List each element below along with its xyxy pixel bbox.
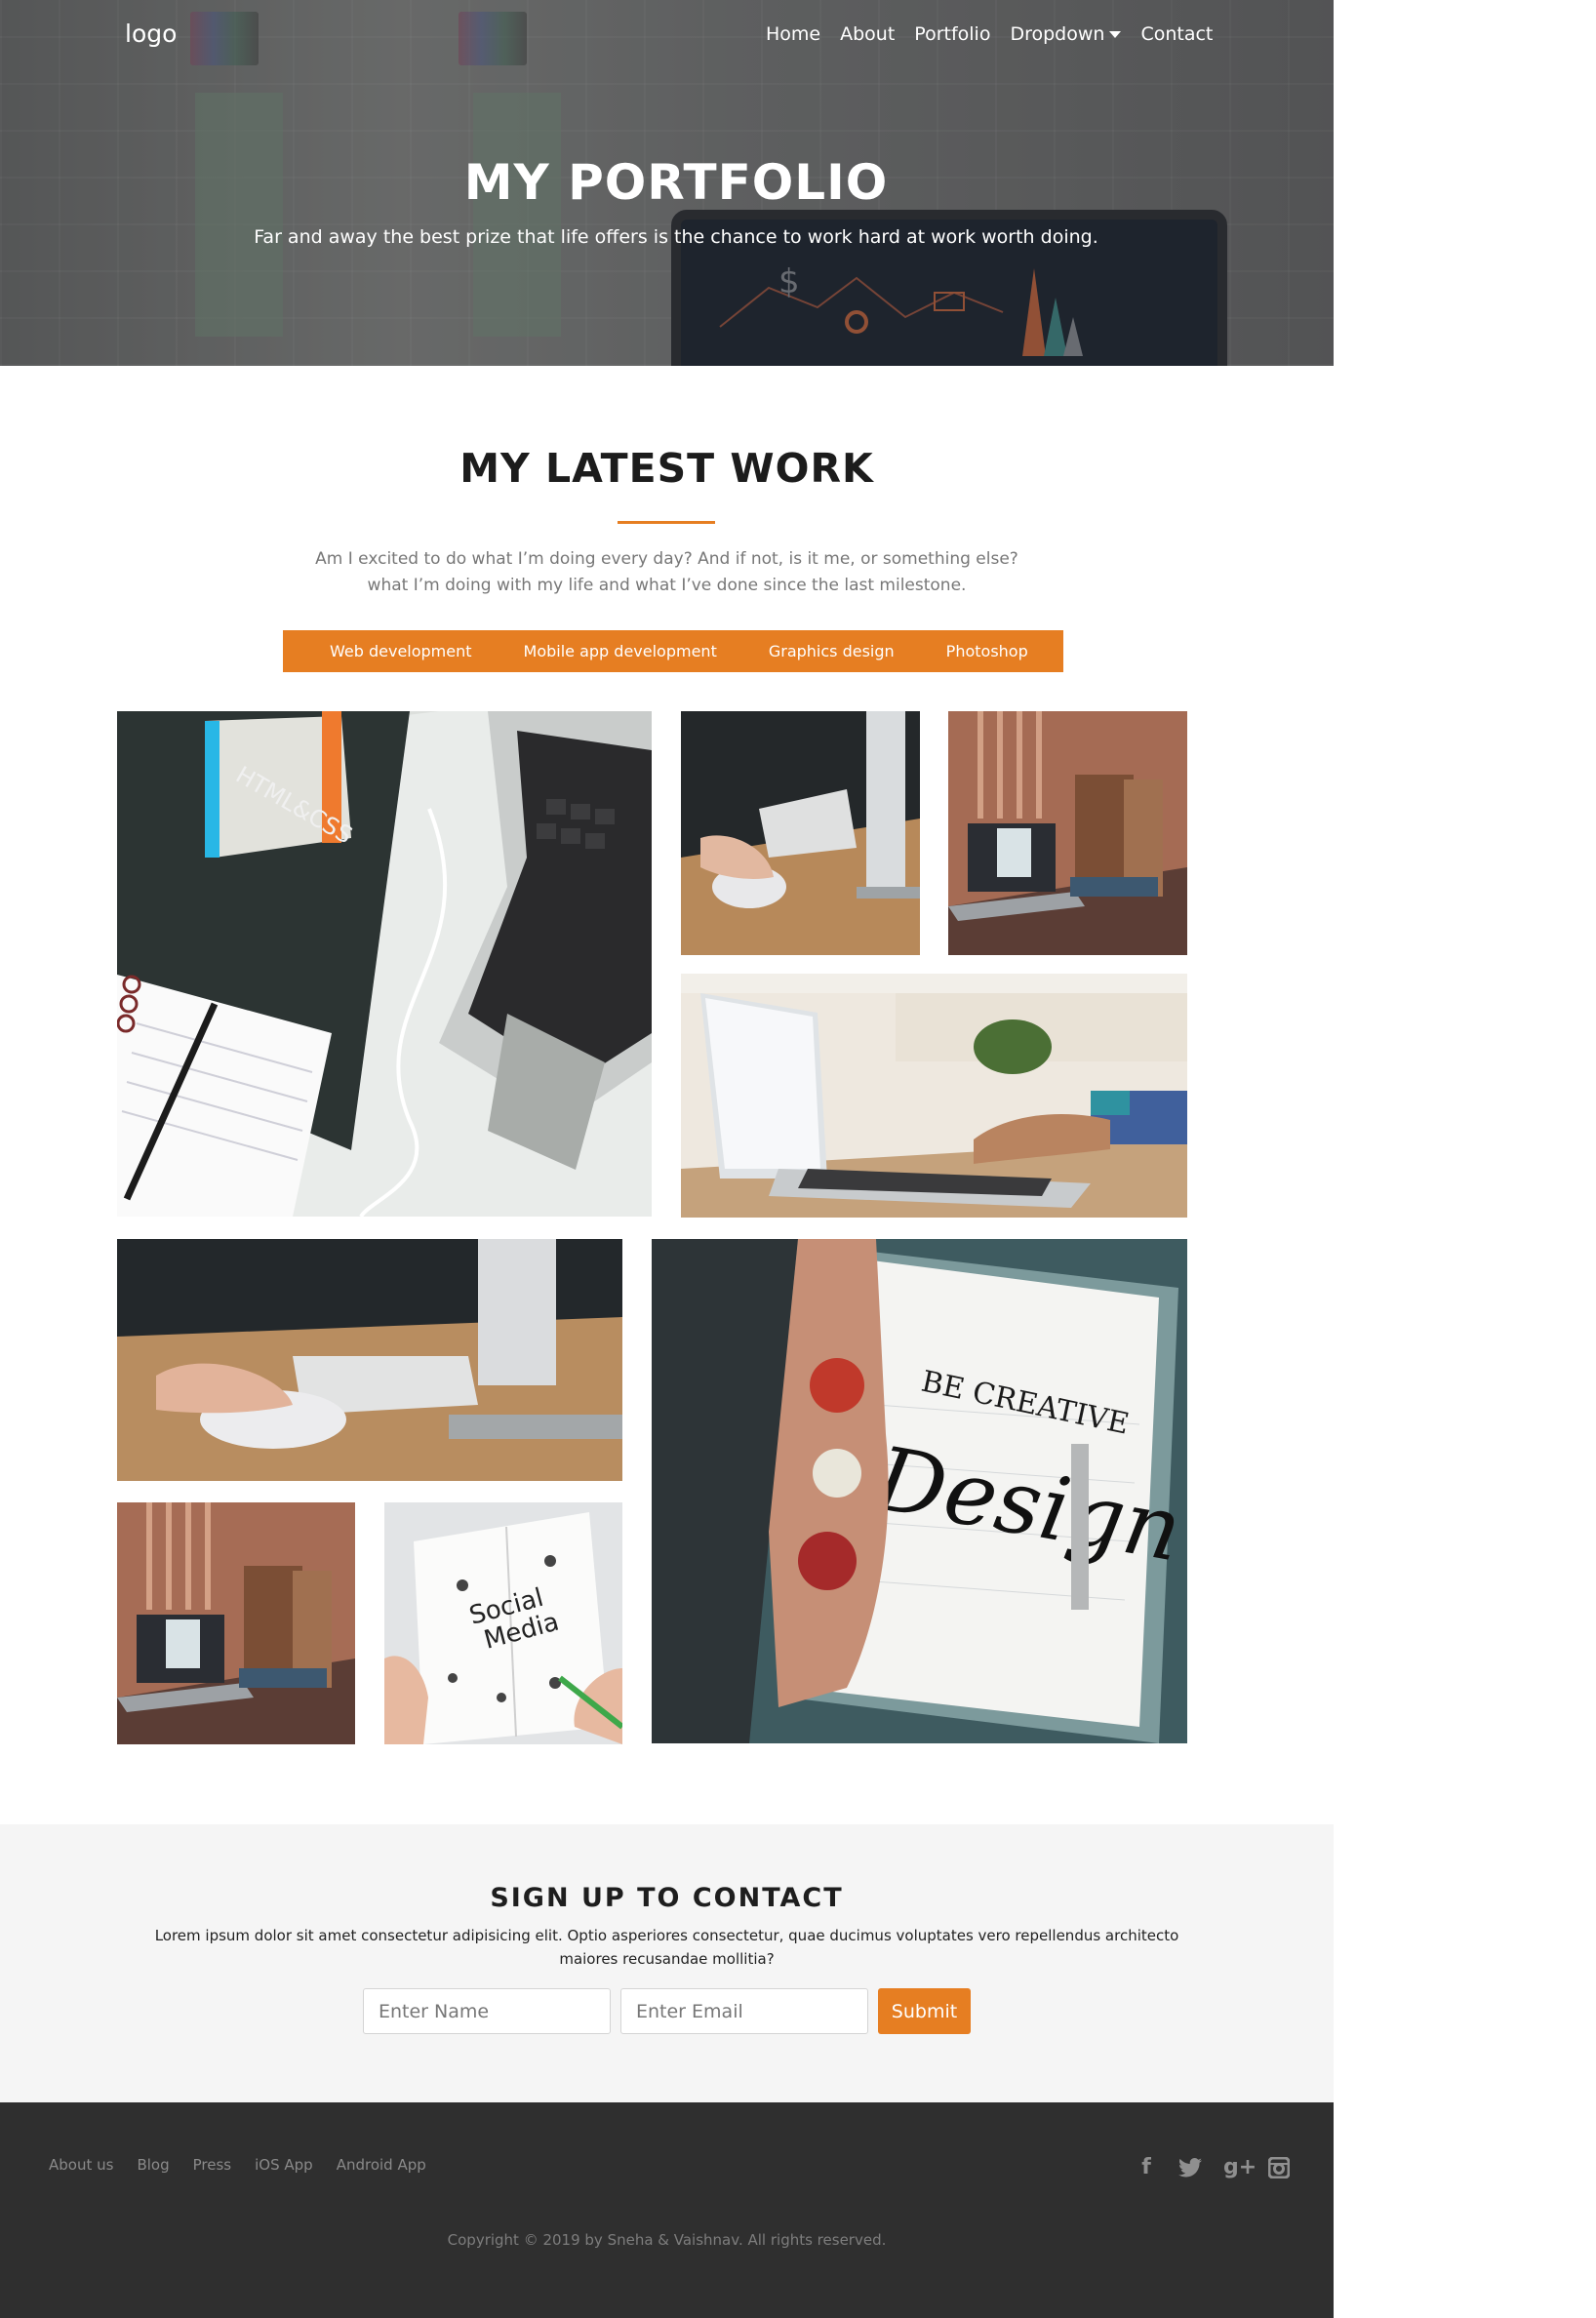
nav-item-home[interactable]: Home [766, 23, 820, 45]
gallery-item-be-creative-design[interactable]: BE CREATIVE Design [652, 1239, 1187, 1743]
signup-section: SIGN UP TO CONTACT Lorem ipsum dolor sit… [0, 1824, 1334, 2102]
footer-link-press[interactable]: Press [193, 2156, 231, 2174]
gallery-item-html-css-book[interactable]: HTML&CSS [117, 711, 652, 1217]
navbar: logo Home About Portfolio Dropdown Conta… [0, 0, 1334, 70]
footer: About us Blog Press iOS App Android App … [0, 2102, 1334, 2318]
twitter-icon[interactable] [1178, 2157, 1204, 2178]
nav-item-contact[interactable]: Contact [1140, 23, 1213, 45]
hero-title: MY PORTFOLIO [463, 154, 889, 211]
footer-link-android-app[interactable]: Android App [337, 2156, 426, 2174]
nav-item-dropdown[interactable]: Dropdown [1010, 23, 1122, 45]
filter-mobile-app-development[interactable]: Mobile app development [524, 642, 717, 660]
social-icons: f g+ [1134, 2155, 1294, 2179]
submit-button[interactable]: Submit [878, 1988, 971, 2034]
email-input[interactable] [620, 1988, 868, 2034]
gallery-item-typing-on-laptop[interactable] [681, 974, 1187, 1218]
name-input[interactable] [363, 1988, 611, 2034]
google-plus-icon[interactable]: g+ [1223, 2155, 1257, 2179]
instagram-icon[interactable] [1268, 2156, 1294, 2178]
nav-dropdown-label: Dropdown [1010, 23, 1105, 45]
signup-title: SIGN UP TO CONTACT [490, 1883, 844, 1913]
section-title: MY LATEST WORK [459, 445, 874, 492]
hero-subtitle: Far and away the best prize that life of… [254, 226, 1098, 248]
filter-web-development[interactable]: Web development [330, 642, 472, 660]
description-line: Am I excited to do what I’m doing every … [315, 549, 1018, 569]
gallery-item-hand-on-mouse-wide[interactable] [117, 1239, 622, 1481]
nav-item-portfolio[interactable]: Portfolio [914, 23, 990, 45]
title-divider [618, 521, 715, 524]
gallery-item-laptop-on-desk[interactable] [948, 711, 1187, 955]
filter-photoshop[interactable]: Photoshop [946, 642, 1028, 660]
footer-link-about-us[interactable]: About us [49, 2156, 113, 2174]
nav-item-about[interactable]: About [840, 23, 895, 45]
gallery-item-hand-on-mouse[interactable] [681, 711, 920, 955]
page: $ logo Home About Portfolio Dropdown Con… [0, 0, 1334, 2318]
caret-down-icon [1109, 30, 1122, 38]
nav-menu: Home About Portfolio Dropdown Contact [766, 23, 1213, 45]
section-description: Am I excited to do what I’m doing every … [244, 546, 1090, 599]
footer-link-ios-app[interactable]: iOS App [255, 2156, 313, 2174]
gallery-item-laptop-on-desk-small[interactable] [117, 1502, 355, 1744]
filter-bar: Web development Mobile app development G… [283, 630, 1063, 672]
copyright-text: Copyright © 2019 by Sneha & Vaishnav. Al… [447, 2231, 887, 2249]
footer-link-blog[interactable]: Blog [137, 2156, 169, 2174]
description-line: what I’m doing with my life and what I’v… [367, 576, 967, 595]
signup-description: Lorem ipsum dolor sit amet consectetur a… [154, 1927, 1179, 1968]
footer-links: About us Blog Press iOS App Android App [49, 2156, 426, 2174]
logo[interactable]: logo [125, 20, 177, 48]
facebook-icon[interactable]: f [1134, 2155, 1159, 2179]
filter-graphics-design[interactable]: Graphics design [769, 642, 895, 660]
gallery-item-social-media-notebook[interactable]: Social Media [384, 1502, 622, 1744]
